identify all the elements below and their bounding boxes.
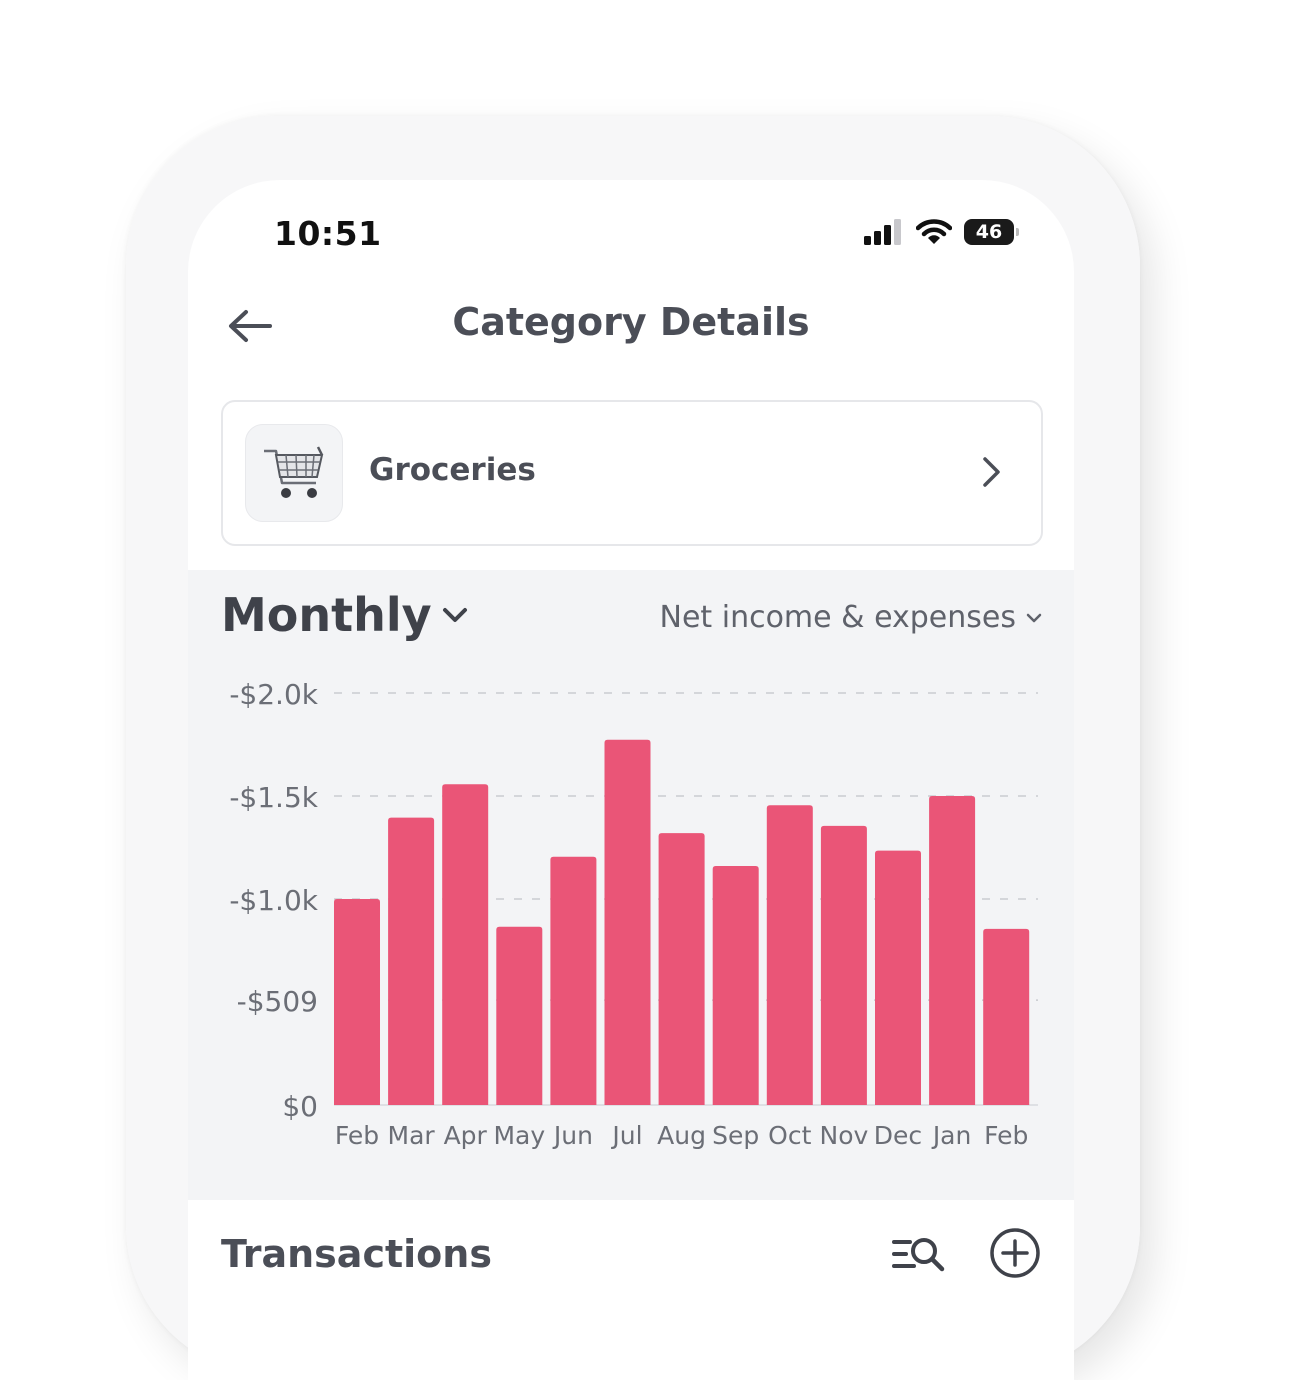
- x-tick-label: Jul: [610, 1121, 642, 1150]
- y-tick-label: -$1.0k: [229, 884, 318, 917]
- x-tick-label: Aug: [657, 1121, 706, 1150]
- app-screen: 10:51 46 Category Details Groceries Mont…: [188, 180, 1074, 1380]
- wifi-icon: [916, 219, 952, 244]
- x-tick-label: Nov: [820, 1121, 869, 1150]
- bar-jul-5: [604, 739, 651, 1105]
- bar-dec-10: [875, 850, 921, 1105]
- x-tick-label: Dec: [874, 1121, 922, 1150]
- bar-nov-9: [820, 825, 867, 1105]
- x-tick-label: Feb: [984, 1121, 1028, 1150]
- bar-may-3: [496, 926, 543, 1105]
- chevron-right-icon: [983, 457, 1000, 487]
- status-time: 10:51: [274, 214, 382, 253]
- shopping-cart-icon: [264, 446, 324, 498]
- x-tick-label: Apr: [444, 1121, 488, 1150]
- x-tick-label: May: [493, 1121, 545, 1150]
- cellular-signal-icon: [864, 219, 901, 245]
- bar-sep-7: [712, 866, 759, 1105]
- category-name: Groceries: [369, 452, 536, 488]
- x-tick-label: Feb: [335, 1121, 379, 1150]
- bar-oct-8: [766, 805, 813, 1105]
- status-icons: 46: [864, 218, 1019, 246]
- x-tick-label: Sep: [712, 1121, 759, 1150]
- bar-chart: $0 -$509 -$1.0k -$1.5k -$2.0k Feb Mar Apr May Jun…: [229, 678, 1038, 1150]
- category-card[interactable]: Groceries: [221, 400, 1043, 546]
- y-tick-label: -$509: [237, 985, 318, 1018]
- x-tick-label: Jun: [552, 1121, 593, 1150]
- bar-jun-4: [550, 856, 597, 1105]
- bar-mar-1: [388, 817, 435, 1105]
- x-tick-label: Mar: [388, 1121, 436, 1150]
- category-icon-box: [245, 424, 343, 522]
- bar-aug-6: [658, 833, 705, 1105]
- y-tick-label: -$2.0k: [229, 678, 318, 711]
- bar-apr-2: [442, 784, 489, 1105]
- x-tick-label: Oct: [768, 1121, 811, 1150]
- bar-feb-12: [983, 928, 1030, 1105]
- y-tick-label: $0: [282, 1090, 318, 1123]
- battery-icon: 46: [964, 219, 1019, 245]
- chart-panel: Monthly Net income & expenses $0 -$509 -$1…: [188, 570, 1074, 1200]
- search-list-icon[interactable]: [892, 1234, 948, 1274]
- x-tick-label: Jan: [931, 1121, 972, 1150]
- add-circle-icon[interactable]: [988, 1226, 1042, 1280]
- transactions-title: Transactions: [221, 1232, 492, 1276]
- bar-feb-0: [334, 899, 380, 1105]
- y-tick-label: -$1.5k: [229, 781, 318, 814]
- bar-jan-11: [929, 796, 976, 1105]
- page-title: Category Details: [452, 300, 810, 344]
